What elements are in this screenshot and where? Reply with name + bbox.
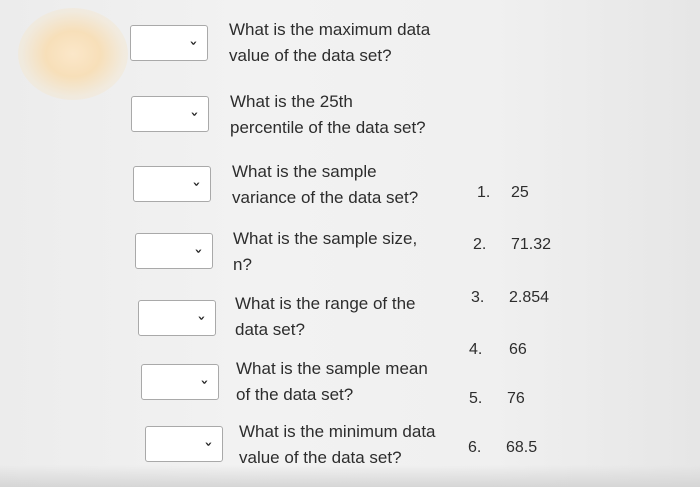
answer-dropdown-5[interactable]: › bbox=[138, 300, 216, 336]
option-3: 3. 2.854 bbox=[471, 289, 550, 306]
question-7: What is the minimum data value of the da… bbox=[239, 422, 436, 467]
bottom-shadow bbox=[0, 465, 700, 487]
answer-dropdown-7[interactable]: › bbox=[145, 426, 223, 462]
question-5: What is the range of the data set? bbox=[235, 294, 416, 339]
option-6: 6. 68.5 bbox=[468, 439, 538, 456]
question-1: What is the maximum data value of the da… bbox=[229, 20, 431, 65]
chevron-down-icon: › bbox=[190, 248, 206, 254]
option-4: 4. 66 bbox=[469, 341, 527, 358]
question-6: What is the sample mean of the data set? bbox=[236, 359, 428, 404]
chevron-down-icon: › bbox=[196, 379, 212, 385]
option-1: 1. 25 bbox=[477, 184, 529, 201]
question-2: What is the 25th percentile of the data … bbox=[230, 92, 426, 137]
chevron-down-icon: › bbox=[185, 40, 201, 46]
option-5: 5. 76 bbox=[469, 390, 525, 407]
chevron-down-icon: › bbox=[193, 315, 209, 321]
answer-dropdown-6[interactable]: › bbox=[141, 364, 219, 400]
question-3: What is the sample variance of the data … bbox=[232, 162, 419, 207]
chevron-down-icon: › bbox=[188, 181, 204, 187]
light-glare bbox=[18, 8, 128, 100]
question-4: What is the sample size, n? bbox=[233, 229, 418, 274]
chevron-down-icon: › bbox=[200, 441, 216, 447]
answer-dropdown-1[interactable]: › bbox=[130, 25, 208, 61]
chevron-down-icon: › bbox=[186, 111, 202, 117]
answer-dropdown-4[interactable]: › bbox=[135, 233, 213, 269]
answer-dropdown-2[interactable]: › bbox=[131, 96, 209, 132]
answer-dropdown-3[interactable]: › bbox=[133, 166, 211, 202]
option-2: 2. 71.32 bbox=[473, 236, 552, 253]
